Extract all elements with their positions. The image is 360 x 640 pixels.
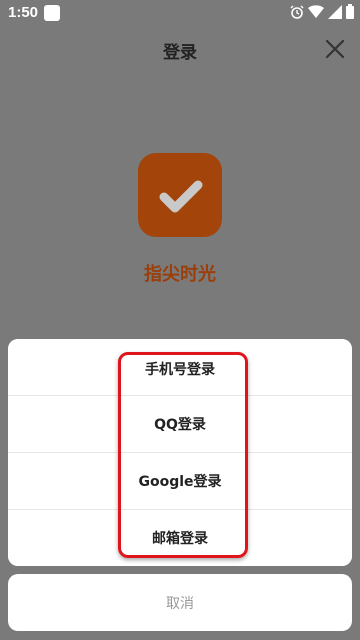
page-title: 登录 (163, 43, 197, 63)
status-bar: 1:50 (0, 0, 360, 26)
wifi-icon (308, 4, 324, 19)
app-notification-icon (44, 5, 60, 21)
cancel-button[interactable]: 取消 (8, 574, 352, 631)
status-time: 1:50 (8, 4, 39, 21)
app-name: 指尖时光 (144, 264, 216, 285)
close-icon[interactable] (324, 38, 346, 60)
app-logo (138, 153, 222, 237)
highlight-annotation (118, 352, 248, 558)
signal-icon (328, 4, 342, 19)
battery-icon (346, 4, 354, 19)
status-icons (290, 4, 354, 19)
alarm-icon (290, 5, 304, 19)
header: 登录 (0, 26, 360, 72)
checkmark-icon (159, 180, 203, 213)
